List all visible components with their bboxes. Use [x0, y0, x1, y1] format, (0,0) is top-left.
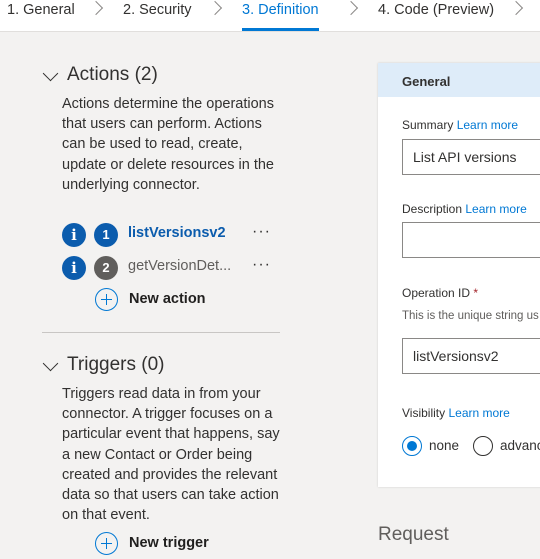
triggers-title: Triggers (0) — [67, 354, 165, 375]
visibility-radio-none[interactable]: none — [402, 436, 462, 458]
info-icon[interactable]: i — [62, 256, 86, 280]
more-options-icon[interactable]: ··· — [252, 223, 271, 241]
more-options-icon[interactable]: ··· — [252, 256, 271, 274]
radio-label: advanc — [500, 438, 540, 453]
tab-definition[interactable]: 3. Definition — [242, 0, 319, 31]
chevron-right-icon — [508, 0, 524, 16]
tab-code-preview[interactable]: 4. Code (Preview) — [378, 0, 494, 31]
triggers-description: Triggers read data in from your connecto… — [62, 386, 280, 524]
actions-description: Actions determine the operations that us… — [62, 96, 274, 193]
summary-input[interactable] — [402, 139, 540, 175]
learn-more-link[interactable]: Learn more — [448, 406, 509, 420]
description-input[interactable] — [402, 222, 540, 258]
card-header: General — [378, 63, 540, 97]
add-circle-icon — [95, 532, 118, 555]
action-item[interactable]: i 1 listVersionsv2 ··· — [62, 223, 292, 247]
operation-id-input[interactable] — [402, 338, 540, 374]
info-icon[interactable]: i — [62, 223, 86, 247]
triggers-section-toggle[interactable]: Triggers (0) — [42, 354, 193, 382]
new-trigger-label: New trigger — [129, 535, 209, 551]
action-name[interactable]: getVersionDet... — [128, 258, 231, 274]
section-divider — [42, 332, 280, 333]
learn-more-link[interactable]: Learn more — [457, 118, 518, 132]
general-card: General Summary Learn more Description L… — [378, 63, 540, 487]
action-name[interactable]: listVersionsv2 — [128, 225, 226, 241]
visibility-radio-advanced[interactable]: advanc — [473, 436, 540, 458]
action-number-badge: 1 — [94, 223, 118, 247]
chevron-right-icon — [88, 0, 104, 16]
operation-id-label: Operation ID * — [402, 286, 479, 300]
learn-more-link[interactable]: Learn more — [465, 202, 526, 216]
new-trigger-button[interactable]: New trigger — [95, 532, 225, 558]
action-item[interactable]: i 2 getVersionDet... ··· — [62, 256, 292, 280]
chevron-down-icon — [42, 65, 59, 82]
chevron-down-icon — [42, 355, 59, 372]
actions-title: Actions (2) — [67, 64, 158, 85]
card-title: General — [402, 74, 451, 89]
summary-label: Summary Learn more — [402, 118, 519, 132]
add-circle-icon — [95, 288, 118, 311]
new-action-button[interactable]: New action — [95, 288, 225, 314]
new-action-label: New action — [129, 291, 206, 307]
radio-unselected-icon — [473, 436, 493, 456]
request-section-title: Request — [378, 524, 449, 545]
action-number-badge: 2 — [94, 256, 118, 280]
operation-id-hint: This is the unique string us — [402, 310, 539, 322]
radio-label: none — [429, 438, 460, 453]
description-label: Description Learn more — [402, 202, 527, 216]
actions-section-toggle[interactable]: Actions (2) — [42, 64, 193, 92]
radio-selected-icon — [402, 436, 422, 456]
tab-security[interactable]: 2. Security — [123, 0, 192, 31]
required-marker: * — [473, 286, 479, 300]
chevron-right-icon — [207, 0, 223, 16]
chevron-right-icon — [343, 0, 359, 16]
visibility-label: Visibility Learn more — [402, 406, 510, 420]
tab-general[interactable]: 1. General — [7, 0, 75, 31]
wizard-tabs: 1. General 2. Security 3. Definition 4. … — [0, 0, 540, 32]
